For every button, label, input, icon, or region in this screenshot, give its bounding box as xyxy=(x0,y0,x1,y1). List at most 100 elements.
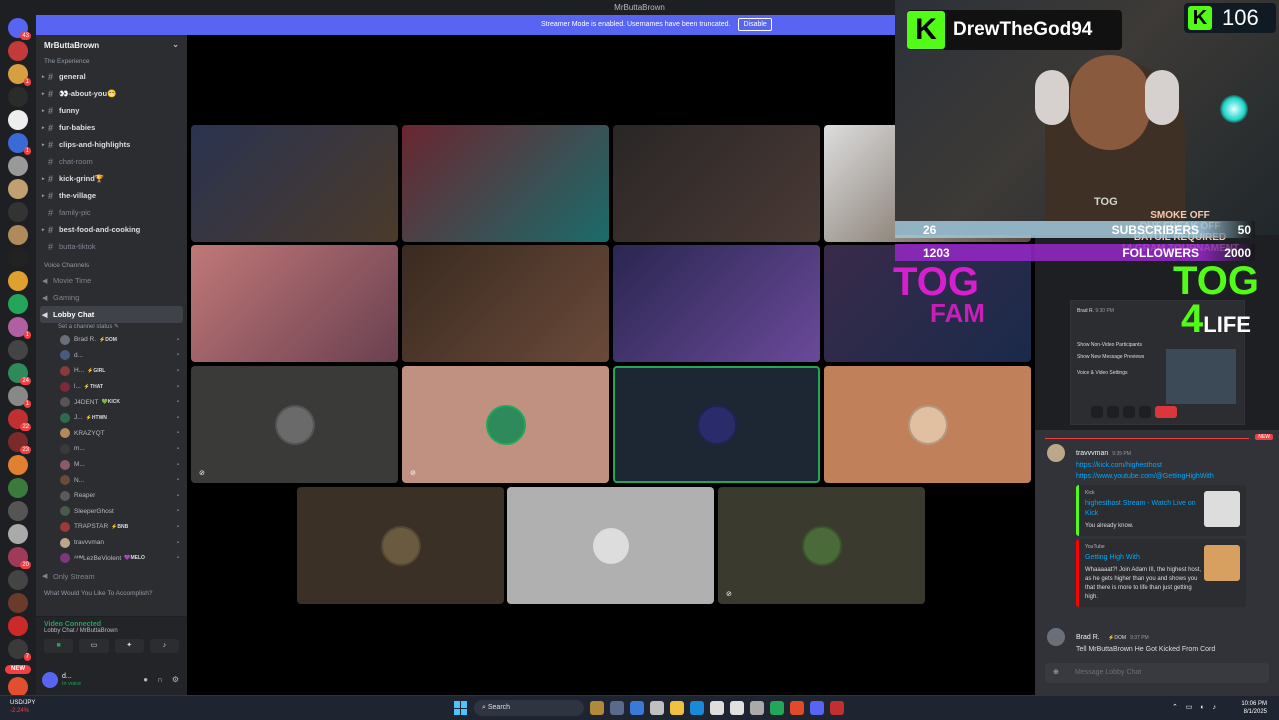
channel-item[interactable]: # family-pic xyxy=(36,204,187,221)
participant-tile[interactable]: ⊘ xyxy=(191,366,398,483)
taskbar-app-icon[interactable] xyxy=(630,701,644,715)
server-icon[interactable]: 1 xyxy=(8,386,31,408)
server-header[interactable]: MrButtaBrown ⌄ xyxy=(36,35,187,55)
taskbar-app-icon[interactable] xyxy=(710,701,724,715)
stream-tile[interactable] xyxy=(191,125,398,242)
stream-tile[interactable] xyxy=(613,245,820,362)
server-icon[interactable]: 22 xyxy=(8,409,31,431)
taskbar-app-icon[interactable] xyxy=(590,701,604,715)
server-icon[interactable] xyxy=(8,87,28,107)
participant-tile[interactable]: ⊘ xyxy=(402,366,609,483)
voice-user[interactable]: J4DENT 💚KICK ▪ xyxy=(36,394,187,410)
participant-tile[interactable] xyxy=(613,366,820,483)
voice-user[interactable]: TRAPSTAR ⚡BNB ▪ xyxy=(36,519,187,535)
taskbar-app-icon[interactable] xyxy=(650,701,664,715)
channel-item[interactable]: ▸ # kick-grind🏆 xyxy=(36,170,187,187)
taskbar-app-icon[interactable] xyxy=(750,701,764,715)
avatar[interactable] xyxy=(1047,444,1065,462)
channel-item[interactable]: ▸ # clips-and-highlights xyxy=(36,136,187,153)
embed-title-link[interactable]: Getting High With xyxy=(1085,553,1205,563)
message-link[interactable]: https://www.youtube.com/@GettingHighWith xyxy=(1076,471,1267,482)
voice-user[interactable]: d... ▪ xyxy=(36,348,187,364)
channel-category[interactable]: What Would You Like To Accomplish? xyxy=(36,587,187,600)
camera-button[interactable]: ■ xyxy=(44,639,74,653)
screen-share-button[interactable]: ▭ xyxy=(79,639,109,653)
participant-tile[interactable]: ⊘ xyxy=(718,487,925,604)
message-link[interactable]: https://kick.com/highesthost xyxy=(1076,460,1267,471)
server-icon[interactable]: 43 xyxy=(8,18,31,40)
voice-user[interactable]: SleeperGhost ▪ xyxy=(36,504,187,520)
voice-channel-item[interactable]: ◀ Movie Time xyxy=(36,272,187,289)
clock[interactable]: 10:06 PM 8/1/2025 xyxy=(1241,700,1267,716)
server-icon[interactable] xyxy=(8,501,28,521)
server-icon[interactable] xyxy=(8,110,28,130)
voice-channel-only-stream[interactable]: ◀ Only Stream xyxy=(36,568,187,585)
start-button[interactable] xyxy=(454,701,468,715)
message-input[interactable]: ⊕ Message Lobby Chat xyxy=(1045,663,1269,683)
channel-category[interactable]: The Experience xyxy=(36,55,187,68)
server-icon[interactable] xyxy=(8,340,28,360)
server-icon[interactable] xyxy=(8,179,28,199)
disable-streamer-mode-button[interactable]: Disable xyxy=(738,18,772,31)
taskbar-app-icon[interactable] xyxy=(690,701,704,715)
taskbar-app-icon[interactable] xyxy=(730,701,744,715)
voice-channel-active[interactable]: ◀ Lobby Chat xyxy=(40,306,183,323)
channel-item[interactable]: ▸ # the-village xyxy=(36,187,187,204)
channel-item[interactable]: # chat-room xyxy=(36,153,187,170)
taskbar-app-icon[interactable] xyxy=(670,701,684,715)
channel-item[interactable]: ▸ # fur-babies xyxy=(36,119,187,136)
taskbar-app-icon[interactable] xyxy=(830,701,844,715)
voice-user[interactable]: H... ⚡GIRL ▪ xyxy=(36,363,187,379)
server-icon[interactable] xyxy=(8,156,28,176)
embed-thumbnail[interactable] xyxy=(1204,545,1240,581)
server-icon[interactable] xyxy=(8,248,28,268)
taskbar-app-icon[interactable] xyxy=(790,701,804,715)
channel-item[interactable]: ▸ # general xyxy=(36,68,187,85)
server-icon[interactable] xyxy=(8,524,28,544)
message-author[interactable]: travvvman xyxy=(1076,450,1108,457)
voice-category[interactable]: Voice Channels xyxy=(36,259,187,272)
headphones-icon[interactable]: ∩ xyxy=(157,675,163,684)
server-icon[interactable] xyxy=(8,616,28,636)
plus-icon[interactable]: ⊕ xyxy=(1053,663,1059,683)
message-author[interactable]: Brad R. xyxy=(1076,634,1100,641)
participant-tile[interactable] xyxy=(824,366,1031,483)
server-icon[interactable]: 20 xyxy=(8,547,31,569)
embed-title-link[interactable]: highesthost Stream - Watch Live on Kick xyxy=(1085,499,1205,519)
server-icon[interactable] xyxy=(8,570,28,590)
soundboard-button[interactable]: ♪ xyxy=(149,639,179,653)
voice-user[interactable]: Reaper ▪ xyxy=(36,488,187,504)
stream-tile[interactable] xyxy=(402,245,609,362)
channel-status[interactable]: Set a channel status ✎ xyxy=(36,323,187,332)
voice-user[interactable]: ᴬᴴᴹLezBeViolent 💜MELO ▪ xyxy=(36,550,187,566)
taskbar-app-icon[interactable] xyxy=(810,701,824,715)
channel-item[interactable]: ▸ # best-food-and-cooking xyxy=(36,221,187,238)
channel-item[interactable]: ▸ # funny xyxy=(36,102,187,119)
server-icon[interactable] xyxy=(8,294,28,314)
taskbar-app-icon[interactable] xyxy=(610,701,624,715)
server-icon[interactable] xyxy=(8,593,28,613)
system-tray[interactable]: ⌃ ▭ ◐ ♪ xyxy=(1172,703,1219,711)
server-icon[interactable] xyxy=(8,41,28,61)
stream-tile[interactable] xyxy=(402,125,609,242)
server-icon[interactable] xyxy=(8,202,28,222)
search-box[interactable]: ⌕ Search xyxy=(474,700,584,716)
server-icon[interactable]: 7 xyxy=(8,639,31,661)
server-icon[interactable]: 24 xyxy=(8,363,31,385)
avatar[interactable] xyxy=(42,671,58,688)
embed-thumbnail[interactable] xyxy=(1204,491,1240,527)
server-icon[interactable] xyxy=(8,478,28,498)
voice-user[interactable]: M... ▪ xyxy=(36,457,187,473)
voice-user[interactable]: Brad R. ⚡DOM ▪ xyxy=(36,332,187,348)
gear-icon[interactable]: ⚙ xyxy=(172,675,179,684)
server-icon[interactable]: 23 xyxy=(8,432,31,454)
stream-tile[interactable] xyxy=(191,245,398,362)
participant-tile[interactable] xyxy=(297,487,504,604)
participant-tile[interactable] xyxy=(507,487,714,604)
voice-user[interactable]: m... ▪ xyxy=(36,441,187,457)
server-icon[interactable] xyxy=(8,225,28,245)
channel-item[interactable]: ▸ # 👀-about-you😁 xyxy=(36,85,187,102)
activity-button[interactable]: ✦ xyxy=(114,639,144,653)
stream-tile[interactable] xyxy=(613,125,820,242)
taskbar-app-icon[interactable] xyxy=(770,701,784,715)
